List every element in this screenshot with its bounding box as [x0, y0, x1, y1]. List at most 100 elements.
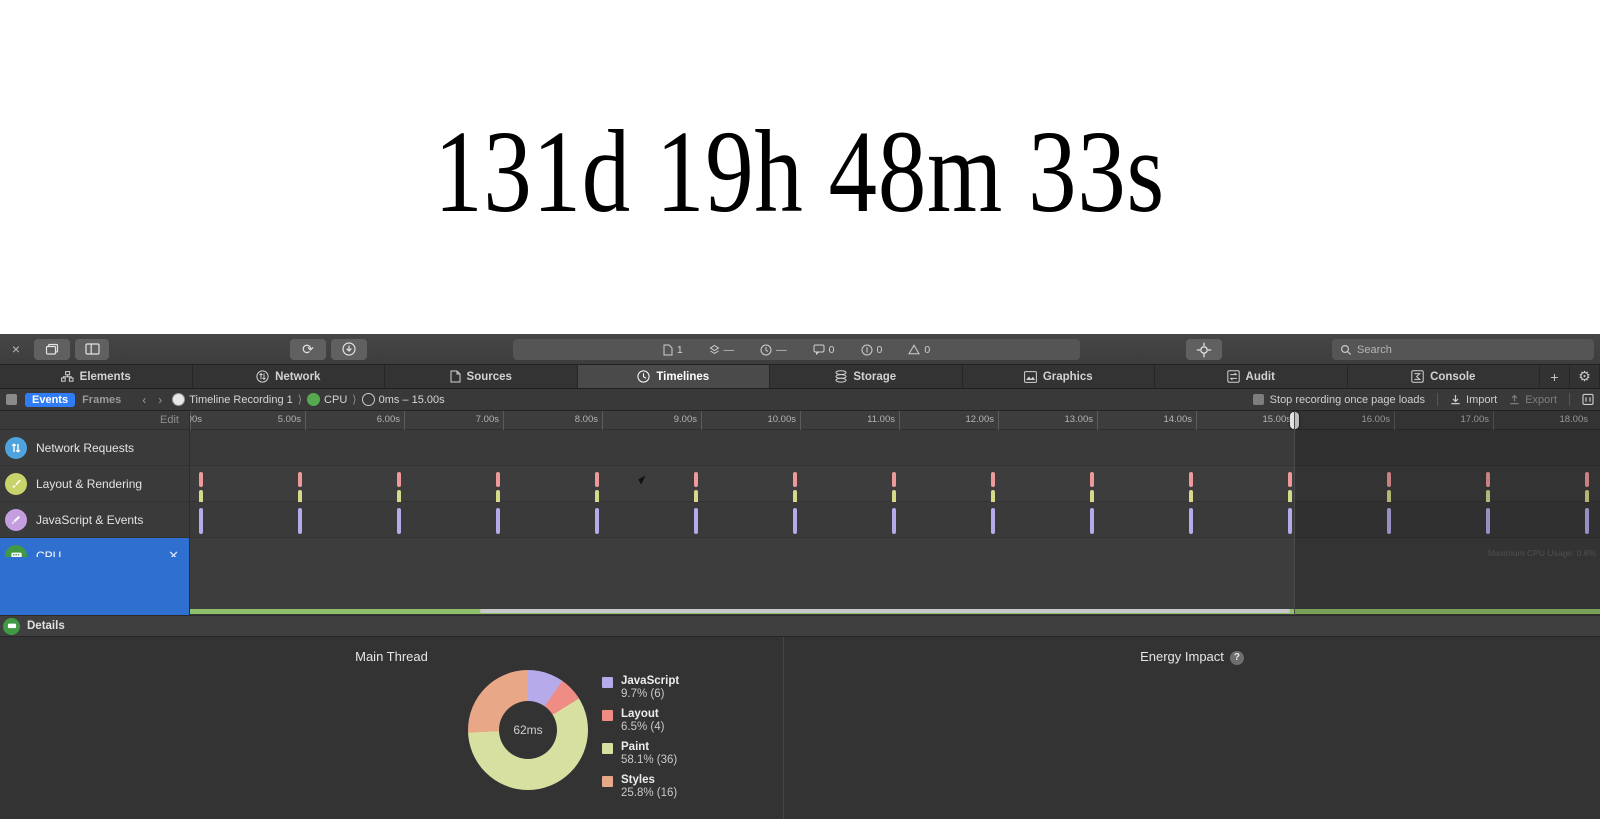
inspect-target-icon[interactable] — [1186, 339, 1222, 360]
download-icon[interactable] — [331, 338, 367, 360]
search-icon — [1340, 344, 1352, 355]
tab-audit[interactable]: Audit — [1155, 365, 1348, 388]
search-input[interactable]: Search — [1332, 339, 1594, 360]
timeline-event-marker[interactable] — [397, 508, 401, 534]
timeline-event-marker[interactable] — [595, 508, 599, 534]
tab-graphics[interactable]: Graphics — [962, 365, 1155, 388]
tab-console[interactable]: Console — [1347, 365, 1540, 388]
tab-storage[interactable]: Storage — [770, 365, 963, 388]
tab-timelines[interactable]: Timelines — [577, 365, 770, 388]
timeline-graph[interactable]: 4.00s 5.00s 6.00s 7.00s 8.00s 9.00s 10.0… — [190, 411, 1600, 615]
ruler-tick-10: 14.00s — [1163, 414, 1192, 425]
timeline-event-marker[interactable] — [199, 472, 203, 487]
gear-icon[interactable]: ⚙ — [1570, 365, 1600, 388]
close-icon[interactable]: × — [3, 338, 29, 360]
timeline-event-marker[interactable] — [1090, 472, 1094, 487]
timeline-event-marker[interactable] — [199, 508, 203, 534]
elements-icon — [60, 371, 74, 382]
storage-icon — [835, 370, 847, 383]
sidebar-item-layout-rendering[interactable]: Layout & Rendering — [0, 466, 189, 502]
timeline-event-marker[interactable] — [1585, 472, 1589, 487]
tab-sources[interactable]: Sources — [385, 365, 578, 388]
tab-storage-label: Storage — [853, 370, 897, 383]
toggle-events[interactable]: Events — [25, 392, 76, 407]
tab-elements[interactable]: Elements — [0, 365, 193, 388]
energy-impact-panel: Energy Impact? Low Average CPU: 0.4% Dur… — [784, 637, 1600, 819]
timeline-event-marker[interactable] — [1288, 472, 1292, 487]
reload-icon[interactable]: ⟳ — [290, 338, 326, 360]
legend-swatch-layout — [602, 710, 613, 721]
status-errors-value: 0 — [876, 343, 883, 356]
timeline-event-marker[interactable] — [694, 472, 698, 487]
cpu-icon — [3, 617, 20, 635]
events-frames-toggle[interactable]: Events Frames — [25, 392, 128, 407]
import-icon — [1451, 395, 1460, 405]
prev-button[interactable]: ‹ — [142, 393, 146, 407]
lane-network-requests[interactable] — [190, 430, 1600, 466]
split-pane-icon[interactable] — [75, 338, 109, 360]
main-thread-legend: JavaScript 9.7% (6) Layout 6.5% (4) Pain… — [602, 675, 679, 800]
timeline-event-marker[interactable] — [298, 508, 302, 534]
timeline-event-marker[interactable] — [1486, 472, 1490, 487]
timeline-horizontal-scrollbar[interactable] — [480, 609, 1290, 613]
page-status-bar: 1 — — 0 0 0 — [513, 339, 1080, 360]
timeline-event-marker[interactable] — [595, 472, 599, 487]
timeline-event-marker[interactable] — [1288, 508, 1292, 534]
lane-javascript-events[interactable] — [190, 502, 1600, 538]
uptime-clock-text: 131d 19h 48m 33s — [434, 106, 1166, 237]
timeline-event-marker[interactable] — [1090, 508, 1094, 534]
timeline-event-marker[interactable] — [1486, 508, 1490, 534]
ruler-tick-2: 6.00s — [376, 414, 400, 425]
timeline-scrubber[interactable] — [1290, 412, 1299, 429]
timeline-ruler[interactable]: 4.00s 5.00s 6.00s 7.00s 8.00s 9.00s 10.0… — [190, 411, 1600, 430]
network-icon — [256, 370, 269, 383]
ruler-tick-12: 16.00s — [1361, 414, 1390, 425]
toggle-frames[interactable]: Frames — [75, 393, 128, 407]
dock-windows-icon[interactable] — [34, 338, 70, 360]
stop-recording-checkbox[interactable]: Stop recording once page loads — [1252, 394, 1425, 406]
add-tab-button[interactable]: + — [1540, 365, 1570, 388]
lane-cpu[interactable]: Maximum CPU Usage: 0.8% — [190, 538, 1600, 614]
export-icon — [1510, 394, 1519, 405]
tab-network[interactable]: Network — [192, 365, 385, 388]
main-thread-donut-chart: 62ms — [468, 670, 588, 790]
timeline-event-marker[interactable] — [892, 472, 896, 487]
timeline-event-marker[interactable] — [1189, 508, 1193, 534]
timeline-event-marker[interactable] — [793, 508, 797, 534]
timeline-event-marker[interactable] — [1387, 472, 1391, 487]
breadcrumb-cpu[interactable]: CPU — [307, 393, 347, 406]
status-layers-value: — — [723, 343, 735, 356]
sidebar-item-network-requests[interactable]: Network Requests — [0, 430, 189, 466]
tab-graphics-label: Graphics — [1042, 370, 1093, 383]
next-button[interactable]: › — [158, 393, 162, 407]
timeline-event-marker[interactable] — [496, 472, 500, 487]
import-button[interactable]: Import — [1450, 394, 1497, 406]
timeline-event-marker[interactable] — [892, 508, 896, 534]
timeline-event-marker[interactable] — [1387, 508, 1391, 534]
timeline-event-marker[interactable] — [1189, 472, 1193, 487]
breadcrumb-recording[interactable]: Timeline Recording 1 — [172, 393, 293, 406]
timeline-event-marker[interactable] — [694, 508, 698, 534]
timeline-event-marker[interactable] — [991, 472, 995, 487]
export-button[interactable]: Export — [1509, 394, 1557, 406]
edit-button[interactable]: Edit — [0, 411, 189, 430]
breadcrumb-range-label: 0ms – 15.00s — [378, 393, 445, 406]
record-checkbox[interactable] — [6, 394, 17, 405]
trash-icon[interactable] — [1582, 392, 1594, 408]
lane-layout-rendering[interactable] — [190, 466, 1600, 505]
energy-impact-title: Energy Impact? — [784, 637, 1600, 665]
ruler-tick-9: 13.00s — [1064, 414, 1093, 425]
timeline-event-marker[interactable] — [991, 508, 995, 534]
status-layers: — — [709, 343, 735, 356]
breadcrumb-cpu-label: CPU — [324, 393, 348, 406]
ruler-tick-0: 4.00s — [190, 414, 202, 425]
timeline-event-marker[interactable] — [1585, 508, 1589, 534]
breadcrumb-range[interactable]: 0ms – 15.00s — [361, 393, 445, 406]
help-icon[interactable]: ? — [1229, 650, 1244, 665]
timeline-event-marker[interactable] — [397, 472, 401, 487]
timeline-event-marker[interactable] — [496, 508, 500, 534]
sidebar-item-javascript-events[interactable]: JavaScript & Events — [0, 502, 189, 538]
divider — [1569, 393, 1570, 406]
timeline-event-marker[interactable] — [793, 472, 797, 487]
timeline-event-marker[interactable] — [298, 472, 302, 487]
